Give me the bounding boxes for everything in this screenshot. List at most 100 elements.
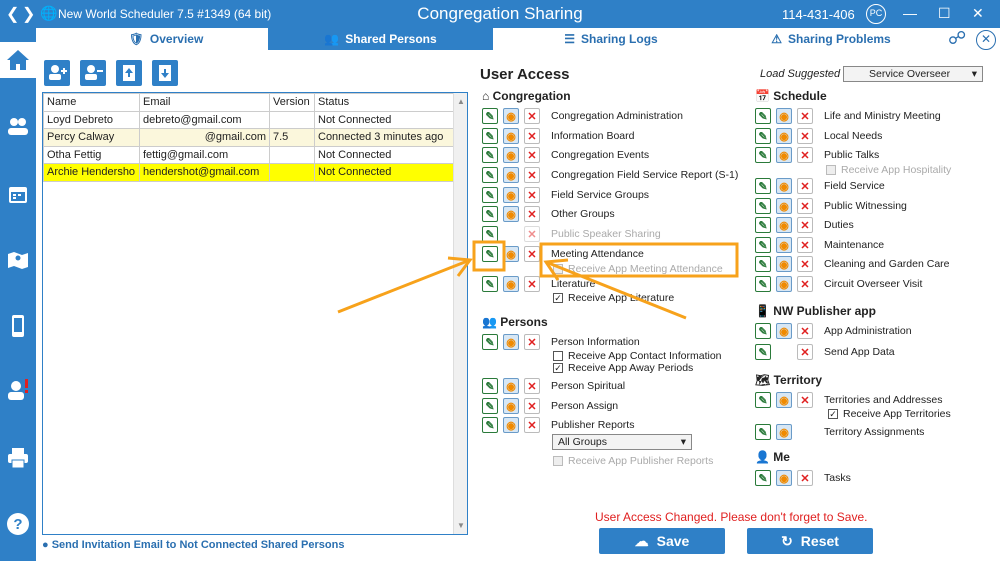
view-icon[interactable]: ◉ (776, 198, 792, 214)
tab-overview[interactable]: 🛡 Overview (86, 28, 246, 50)
profile-avatar[interactable]: PC (866, 4, 886, 24)
receive-app-meeting-attendance-checkbox[interactable]: Receive App Meeting Attendance (553, 263, 723, 275)
view-icon[interactable]: ◉ (776, 470, 792, 486)
view-icon[interactable]: ◉ (503, 378, 519, 394)
edit-icon[interactable]: ✎ (755, 424, 771, 440)
tab-sharing-problems[interactable]: ⚠ Sharing Problems (761, 28, 901, 50)
tab-shared-persons[interactable]: 👥 Shared Persons (268, 28, 493, 50)
view-icon[interactable]: ◉ (776, 323, 792, 339)
deny-icon[interactable]: ✕ (797, 344, 813, 360)
table-scrollbar[interactable]: ▲ ▼ (453, 93, 467, 534)
edit-icon[interactable]: ✎ (482, 108, 498, 124)
view-icon[interactable]: ◉ (503, 398, 519, 414)
view-icon[interactable]: ◉ (776, 178, 792, 194)
minimize-icon[interactable]: — (903, 5, 917, 21)
close-icon[interactable]: ✕ (972, 5, 984, 22)
edit-icon[interactable]: ✎ (482, 147, 498, 163)
unlink-icon[interactable]: ☍ (948, 28, 966, 49)
deny-icon[interactable]: ✕ (797, 147, 813, 163)
edit-icon[interactable]: ✎ (755, 256, 771, 272)
receive-app-literature-checkbox[interactable]: ✓ Receive App Literature (553, 292, 674, 304)
deny-icon[interactable]: ✕ (524, 147, 540, 163)
deny-icon[interactable]: ✕ (797, 108, 813, 124)
deny-icon[interactable]: ✕ (797, 217, 813, 233)
deny-icon[interactable]: ✕ (524, 378, 540, 394)
deny-icon[interactable]: ✕ (524, 206, 540, 222)
view-icon[interactable]: ◉ (503, 108, 519, 124)
edit-icon[interactable]: ✎ (755, 237, 771, 253)
table-row-selected[interactable]: Archie Hendersho hendershot@gmail.com No… (43, 163, 454, 182)
view-icon[interactable]: ◉ (503, 276, 519, 292)
deny-icon[interactable]: ✕ (524, 246, 540, 262)
back-icon[interactable]: ❮ (6, 4, 19, 24)
view-icon[interactable]: ◉ (503, 128, 519, 144)
view-icon[interactable]: ◉ (503, 167, 519, 183)
column-header-version[interactable]: Version (269, 93, 315, 112)
table-row[interactable]: Loyd Debreto debreto@gmail.com Not Conne… (43, 110, 454, 129)
deny-icon[interactable]: ✕ (524, 417, 540, 433)
close-panel-icon[interactable]: ✕ (976, 30, 996, 50)
edit-icon[interactable]: ✎ (482, 398, 498, 414)
edit-icon[interactable]: ✎ (755, 217, 771, 233)
receive-app-contact-information-checkbox[interactable]: Receive App Contact Information (553, 350, 722, 362)
edit-icon[interactable]: ✎ (755, 392, 771, 408)
view-icon[interactable]: ◉ (776, 424, 792, 440)
view-icon[interactable]: ◉ (776, 108, 792, 124)
edit-icon[interactable]: ✎ (755, 108, 771, 124)
view-icon[interactable]: ◉ (503, 206, 519, 222)
edit-icon[interactable]: ✎ (482, 167, 498, 183)
receive-app-publisher-reports-checkbox[interactable]: Receive App Publisher Reports (553, 455, 713, 467)
calendar-icon[interactable] (6, 182, 30, 206)
column-header-name[interactable]: Name (43, 93, 140, 112)
edit-icon[interactable]: ✎ (755, 128, 771, 144)
deny-icon[interactable]: ✕ (797, 128, 813, 144)
deny-icon[interactable]: ✕ (797, 237, 813, 253)
mobile-icon[interactable] (6, 314, 30, 338)
deny-icon[interactable]: ✕ (524, 276, 540, 292)
edit-icon[interactable]: ✎ (755, 323, 771, 339)
view-icon[interactable]: ◉ (503, 334, 519, 350)
view-icon[interactable]: ◉ (503, 147, 519, 163)
table-row[interactable]: Otha Fettig fettig@gmail.com Not Connect… (43, 145, 454, 164)
edit-icon[interactable]: ✎ (482, 226, 498, 242)
deny-icon[interactable]: ✕ (524, 187, 540, 203)
edit-icon[interactable]: ✎ (482, 246, 498, 262)
edit-icon[interactable]: ✎ (482, 128, 498, 144)
edit-icon[interactable]: ✎ (755, 276, 771, 292)
deny-icon[interactable]: ✕ (524, 128, 540, 144)
view-icon[interactable]: ◉ (776, 237, 792, 253)
deny-icon[interactable]: ✕ (797, 276, 813, 292)
edit-icon[interactable]: ✎ (482, 276, 498, 292)
download-button[interactable] (152, 60, 178, 86)
add-person-button[interactable] (44, 60, 70, 86)
receive-app-territories-checkbox[interactable]: ✓ Receive App Territories (828, 408, 951, 420)
edit-icon[interactable]: ✎ (755, 470, 771, 486)
view-icon[interactable]: ◉ (776, 276, 792, 292)
deny-icon[interactable]: ✕ (797, 323, 813, 339)
edit-icon[interactable]: ✎ (755, 147, 771, 163)
send-invitation-link[interactable]: ● Send Invitation Email to Not Connected… (42, 539, 344, 551)
publisher-groups-select[interactable]: All Groups ▾ (552, 434, 692, 450)
view-icon[interactable]: ◉ (776, 256, 792, 272)
save-button[interactable]: ☁ Save (599, 528, 725, 554)
view-icon[interactable]: ◉ (776, 128, 792, 144)
deny-icon[interactable]: ✕ (797, 198, 813, 214)
load-suggested-select[interactable]: Service Overseer ▾ (843, 66, 983, 82)
table-row[interactable]: Percy Calway @gmail.com 7.5 Connected 3 … (43, 128, 454, 147)
receive-app-away-periods-checkbox[interactable]: ✓ Receive App Away Periods (553, 362, 693, 374)
map-icon[interactable] (6, 248, 30, 272)
deny-icon[interactable]: ✕ (797, 392, 813, 408)
maximize-icon[interactable]: ☐ (938, 5, 951, 22)
deny-icon[interactable]: ✕ (524, 167, 540, 183)
view-icon[interactable]: ◉ (776, 147, 792, 163)
remove-person-button[interactable] (80, 60, 106, 86)
tab-sharing-logs[interactable]: ☰ Sharing Logs (541, 28, 681, 50)
column-header-status[interactable]: Status (314, 93, 454, 112)
edit-icon[interactable]: ✎ (755, 178, 771, 194)
upload-button[interactable] (116, 60, 142, 86)
people-icon[interactable] (6, 114, 30, 138)
edit-icon[interactable]: ✎ (755, 344, 771, 360)
deny-icon[interactable]: ✕ (524, 398, 540, 414)
deny-icon[interactable]: ✕ (797, 256, 813, 272)
view-icon[interactable]: ◉ (503, 417, 519, 433)
